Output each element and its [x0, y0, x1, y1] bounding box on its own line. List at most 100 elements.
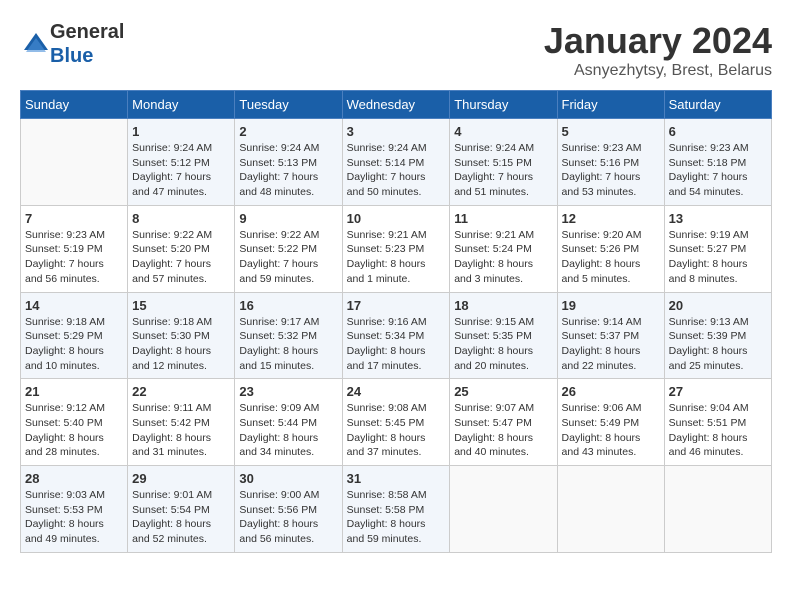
- location-subtitle: Asnyezhytsy, Brest, Belarus: [544, 62, 772, 80]
- day-number: 15: [132, 298, 230, 313]
- day-number: 5: [562, 124, 660, 139]
- day-number: 4: [454, 124, 552, 139]
- page-header: General Blue January 2024 Asnyezhytsy, B…: [20, 20, 772, 80]
- calendar-cell: 25 Sunrise: 9:07 AMSunset: 5:47 PMDayligh…: [450, 379, 557, 466]
- calendar-cell: 22 Sunrise: 9:11 AMSunset: 5:42 PMDayligh…: [128, 379, 235, 466]
- calendar-week-row: 1Sunrise: 9:24 AMSunset: 5:12 PMDaylight…: [21, 119, 772, 206]
- calendar-table: SundayMondayTuesdayWednesdayThursdayFrid…: [20, 90, 772, 553]
- day-number: 18: [454, 298, 552, 313]
- calendar-cell: 21Sunrise: 9:12 AMSunset: 5:40 PMDayligh…: [21, 379, 128, 466]
- calendar-cell: [450, 466, 557, 553]
- calendar-cell: 28 Sunrise: 9:03 AMSunset: 5:53 PMDayligh…: [21, 466, 128, 553]
- day-number: 6: [669, 124, 767, 139]
- calendar-cell: 19 Sunrise: 9:14 AMSunset: 5:37 PMDayligh…: [557, 292, 664, 379]
- logo-blue-text: Blue: [50, 45, 93, 67]
- day-number: 19: [562, 298, 660, 313]
- day-number: 25: [454, 384, 552, 399]
- weekday-header-tuesday: Tuesday: [235, 91, 342, 119]
- day-number: 17: [347, 298, 446, 313]
- day-info: Sunrise: 9:22 AMSunset: 5:22 PMDaylight:…: [239, 228, 337, 287]
- day-number: 30: [239, 471, 337, 486]
- calendar-week-row: 14Sunrise: 9:18 AMSunset: 5:29 PMDayligh…: [21, 292, 772, 379]
- calendar-header: SundayMondayTuesdayWednesdayThursdayFrid…: [21, 91, 772, 119]
- calendar-cell: 26 Sunrise: 9:06 AMSunset: 5:49 PMDayligh…: [557, 379, 664, 466]
- day-info: Sunrise: 9:01 AMSunset: 5:54 PMDaylight:…: [132, 488, 230, 547]
- day-number: 3: [347, 124, 446, 139]
- day-number: 31: [347, 471, 446, 486]
- calendar-body: 1Sunrise: 9:24 AMSunset: 5:12 PMDaylight…: [21, 119, 772, 553]
- day-info: Sunrise: 9:23 AMSunset: 5:16 PMDaylight:…: [562, 141, 660, 200]
- day-info: Sunrise: 9:07 AMSunset: 5:47 PMDaylight:…: [454, 401, 552, 460]
- day-info: Sunrise: 9:20 AMSunset: 5:26 PMDaylight:…: [562, 228, 660, 287]
- day-number: 26: [562, 384, 660, 399]
- day-number: 9: [239, 211, 337, 226]
- day-info: Sunrise: 9:24 AMSunset: 5:15 PMDaylight:…: [454, 141, 552, 200]
- calendar-cell: 7 Sunrise: 9:23 AMSunset: 5:19 PMDaylight…: [21, 205, 128, 292]
- weekday-header-saturday: Saturday: [664, 91, 771, 119]
- calendar-cell: [664, 466, 771, 553]
- calendar-week-row: 7 Sunrise: 9:23 AMSunset: 5:19 PMDaylight…: [21, 205, 772, 292]
- logo-icon: [22, 30, 50, 58]
- calendar-cell: 27 Sunrise: 9:04 AMSunset: 5:51 PMDayligh…: [664, 379, 771, 466]
- day-info: Sunrise: 9:24 AMSunset: 5:14 PMDaylight:…: [347, 141, 446, 200]
- calendar-cell: 23Sunrise: 9:09 AMSunset: 5:44 PMDayligh…: [235, 379, 342, 466]
- calendar-cell: 10 Sunrise: 9:21 AMSunset: 5:23 PMDayligh…: [342, 205, 450, 292]
- day-info: Sunrise: 9:03 AMSunset: 5:53 PMDaylight:…: [25, 488, 123, 547]
- day-number: 24: [347, 384, 446, 399]
- day-info: Sunrise: 9:11 AMSunset: 5:42 PMDaylight:…: [132, 401, 230, 460]
- day-info: Sunrise: 9:15 AMSunset: 5:35 PMDaylight:…: [454, 315, 552, 374]
- calendar-week-row: 21Sunrise: 9:12 AMSunset: 5:40 PMDayligh…: [21, 379, 772, 466]
- day-number: 12: [562, 211, 660, 226]
- day-info: Sunrise: 9:23 AMSunset: 5:18 PMDaylight:…: [669, 141, 767, 200]
- day-number: 13: [669, 211, 767, 226]
- calendar-cell: 31 Sunrise: 8:58 AMSunset: 5:58 PMDayligh…: [342, 466, 450, 553]
- weekday-header-monday: Monday: [128, 91, 235, 119]
- day-info: Sunrise: 9:04 AMSunset: 5:51 PMDaylight:…: [669, 401, 767, 460]
- weekday-header-friday: Friday: [557, 91, 664, 119]
- day-number: 27: [669, 384, 767, 399]
- calendar-cell: 15 Sunrise: 9:18 AMSunset: 5:30 PMDayligh…: [128, 292, 235, 379]
- calendar-cell: 14Sunrise: 9:18 AMSunset: 5:29 PMDayligh…: [21, 292, 128, 379]
- calendar-cell: 30 Sunrise: 9:00 AMSunset: 5:56 PMDayligh…: [235, 466, 342, 553]
- day-info: Sunrise: 9:21 AMSunset: 5:23 PMDaylight:…: [347, 228, 446, 287]
- day-number: 2: [239, 124, 337, 139]
- day-info: Sunrise: 9:22 AMSunset: 5:20 PMDaylight:…: [132, 228, 230, 287]
- weekday-header-sunday: Sunday: [21, 91, 128, 119]
- day-info: Sunrise: 8:58 AMSunset: 5:58 PMDaylight:…: [347, 488, 446, 547]
- title-block: January 2024 Asnyezhytsy, Brest, Belarus: [544, 20, 772, 80]
- day-number: 22: [132, 384, 230, 399]
- day-info: Sunrise: 9:09 AMSunset: 5:44 PMDaylight:…: [239, 401, 337, 460]
- weekday-header-thursday: Thursday: [450, 91, 557, 119]
- calendar-cell: 13Sunrise: 9:19 AMSunset: 5:27 PMDayligh…: [664, 205, 771, 292]
- calendar-cell: 8Sunrise: 9:22 AMSunset: 5:20 PMDaylight…: [128, 205, 235, 292]
- month-title: January 2024: [544, 20, 772, 62]
- calendar-cell: [557, 466, 664, 553]
- calendar-cell: 2Sunrise: 9:24 AMSunset: 5:13 PMDaylight…: [235, 119, 342, 206]
- calendar-cell: 5 Sunrise: 9:23 AMSunset: 5:16 PMDaylight…: [557, 119, 664, 206]
- day-info: Sunrise: 9:14 AMSunset: 5:37 PMDaylight:…: [562, 315, 660, 374]
- day-number: 29: [132, 471, 230, 486]
- calendar-cell: 12 Sunrise: 9:20 AMSunset: 5:26 PMDayligh…: [557, 205, 664, 292]
- calendar-cell: 16 Sunrise: 9:17 AMSunset: 5:32 PMDayligh…: [235, 292, 342, 379]
- day-number: 20: [669, 298, 767, 313]
- day-info: Sunrise: 9:13 AMSunset: 5:39 PMDaylight:…: [669, 315, 767, 374]
- day-info: Sunrise: 9:08 AMSunset: 5:45 PMDaylight:…: [347, 401, 446, 460]
- calendar-cell: 1Sunrise: 9:24 AMSunset: 5:12 PMDaylight…: [128, 119, 235, 206]
- day-info: Sunrise: 9:18 AMSunset: 5:30 PMDaylight:…: [132, 315, 230, 374]
- day-number: 16: [239, 298, 337, 313]
- calendar-cell: 24 Sunrise: 9:08 AMSunset: 5:45 PMDayligh…: [342, 379, 450, 466]
- calendar-week-row: 28 Sunrise: 9:03 AMSunset: 5:53 PMDayligh…: [21, 466, 772, 553]
- day-number: 7: [25, 211, 123, 226]
- day-info: Sunrise: 9:17 AMSunset: 5:32 PMDaylight:…: [239, 315, 337, 374]
- day-info: Sunrise: 9:12 AMSunset: 5:40 PMDaylight:…: [25, 401, 123, 460]
- day-number: 10: [347, 211, 446, 226]
- day-info: Sunrise: 9:00 AMSunset: 5:56 PMDaylight:…: [239, 488, 337, 547]
- calendar-cell: [21, 119, 128, 206]
- calendar-cell: 29 Sunrise: 9:01 AMSunset: 5:54 PMDayligh…: [128, 466, 235, 553]
- day-number: 28: [25, 471, 123, 486]
- calendar-cell: 17Sunrise: 9:16 AMSunset: 5:34 PMDayligh…: [342, 292, 450, 379]
- day-info: Sunrise: 9:06 AMSunset: 5:49 PMDaylight:…: [562, 401, 660, 460]
- day-number: 14: [25, 298, 123, 313]
- calendar-cell: 11Sunrise: 9:21 AMSunset: 5:24 PMDayligh…: [450, 205, 557, 292]
- day-info: Sunrise: 9:23 AMSunset: 5:19 PMDaylight:…: [25, 228, 123, 287]
